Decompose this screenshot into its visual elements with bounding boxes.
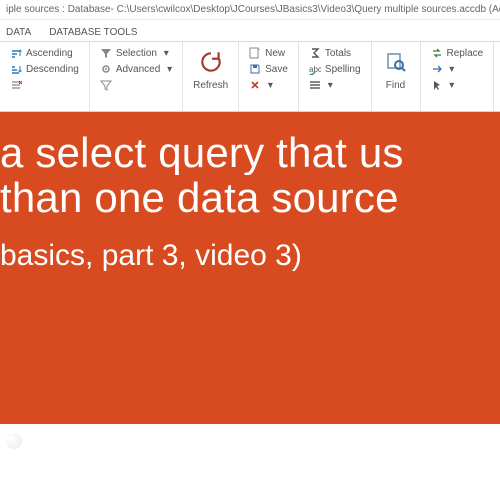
sort-desc-label: Descending	[26, 64, 79, 75]
totals-button[interactable]: Totals	[307, 46, 363, 60]
group-find-extra: Replace ▾ ▾	[421, 42, 495, 111]
funnel-icon	[100, 47, 112, 59]
title-text: iple sources : Database- C:\Users\cwilco…	[6, 4, 500, 15]
footer-band	[0, 424, 500, 500]
more-icon	[309, 79, 321, 91]
replace-icon	[431, 47, 443, 59]
spelling-label: Spelling	[325, 64, 361, 75]
sort-asc-label: Ascending	[26, 48, 73, 59]
sort-ascending-button[interactable]: Ascending	[8, 46, 81, 60]
new-label: New	[265, 48, 285, 59]
select-button[interactable]: ▾	[429, 78, 486, 92]
toggle-filter-button[interactable]	[98, 78, 174, 92]
sigma-icon	[309, 47, 321, 59]
refresh-label: Refresh	[193, 80, 228, 91]
refresh-icon	[197, 48, 225, 76]
save-icon	[249, 63, 261, 75]
app-window: iple sources : Database- C:\Users\cwilco…	[0, 0, 500, 500]
delete-button[interactable]: ▾	[247, 78, 290, 92]
gear-small-icon	[100, 63, 112, 75]
spelling-icon: abc	[309, 63, 321, 75]
goto-button[interactable]: ▾	[429, 62, 486, 76]
more-button[interactable]: ▾	[307, 78, 363, 92]
totals-label: Totals	[325, 48, 351, 59]
selection-label: Selection	[116, 48, 157, 59]
group-records: New Save ▾	[239, 42, 299, 111]
title-bar: iple sources : Database- C:\Users\cwilco…	[0, 0, 500, 20]
selection-button[interactable]: Selection ▾	[98, 46, 174, 60]
group-font: B I U A	[494, 42, 500, 111]
title-card: a select query that us than one data sou…	[0, 112, 500, 424]
group-filter-opts: Selection ▾ Advanced ▾	[90, 42, 183, 111]
find-icon	[382, 48, 410, 76]
group-sort-filter: Ascending Descending	[0, 42, 90, 111]
spelling-button[interactable]: abc Spelling	[307, 62, 363, 76]
headline-line2: than one data source	[0, 175, 490, 220]
advanced-label: Advanced	[116, 64, 160, 75]
group-records-2: Totals abc Spelling ▾	[299, 42, 372, 111]
group-find: Find	[372, 42, 421, 111]
cursor-icon	[431, 79, 443, 91]
replace-label: Replace	[447, 48, 484, 59]
new-record-button[interactable]: New	[247, 46, 290, 60]
save-button[interactable]: Save	[247, 62, 290, 76]
find-label: Find	[386, 80, 405, 91]
sort-descending-button[interactable]: Descending	[8, 62, 81, 76]
headline-line1: a select query that us	[0, 130, 490, 175]
tab-database-tools[interactable]: DATABASE TOOLS	[37, 23, 149, 41]
delete-icon	[249, 79, 261, 91]
ribbon-tabs: DATA DATABASE TOOLS	[0, 20, 500, 42]
goto-icon	[431, 63, 443, 75]
sort-desc-icon	[10, 63, 22, 75]
find-button[interactable]: Find	[378, 46, 414, 93]
advanced-button[interactable]: Advanced ▾	[98, 62, 174, 76]
toggle-filter-icon	[100, 79, 112, 91]
save-label: Save	[265, 64, 288, 75]
remove-sort-icon	[10, 79, 22, 91]
new-icon	[249, 47, 261, 59]
subheadline: basics, part 3, video 3)	[0, 239, 490, 273]
ribbon: Ascending Descending	[0, 42, 500, 112]
sort-asc-icon	[10, 47, 22, 59]
group-refresh: Refresh	[183, 42, 239, 111]
remove-sort-button[interactable]	[8, 78, 81, 92]
tab-data[interactable]: DATA	[0, 23, 37, 41]
refresh-all-button[interactable]: Refresh	[189, 46, 232, 93]
replace-button[interactable]: Replace	[429, 46, 486, 60]
